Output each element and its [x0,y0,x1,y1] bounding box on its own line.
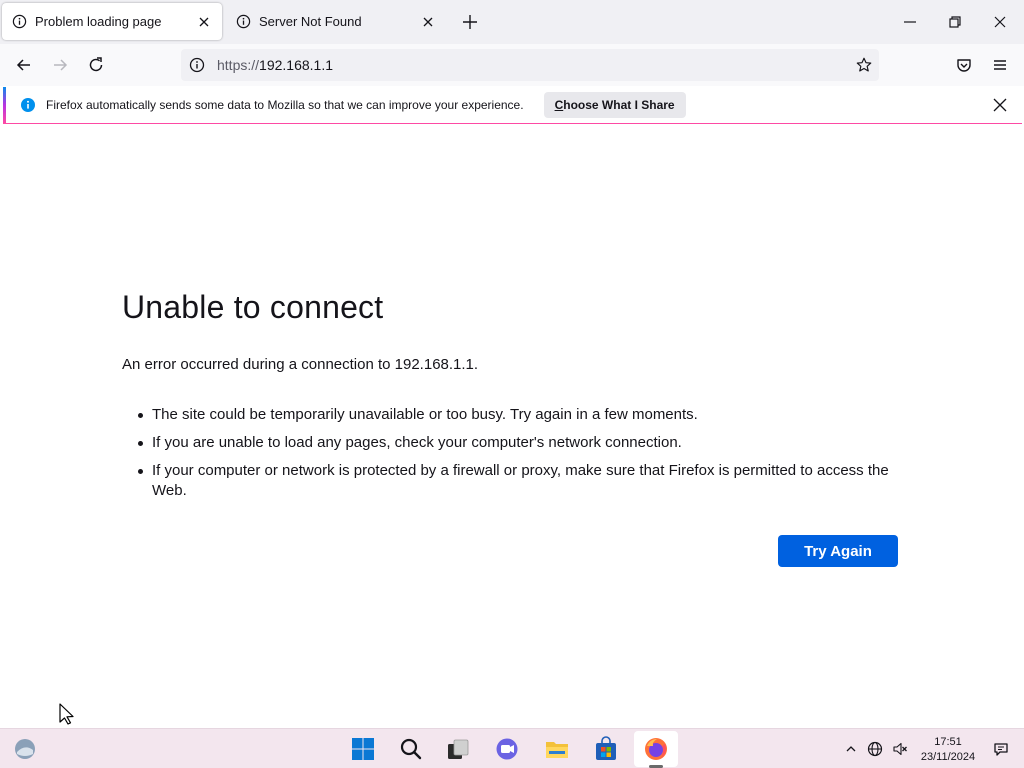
close-tab-button[interactable] [420,14,436,30]
tab-server-not-found[interactable]: Server Not Found [226,3,446,40]
info-icon [12,14,27,29]
try-again-button[interactable]: Try Again [778,535,898,567]
widgets-icon[interactable] [12,736,38,762]
list-item: If your computer or network is protected… [136,461,906,501]
taskbar: 17:51 23/11/2024 [0,728,1024,768]
tab-strip: Problem loading page Server Not Found [0,0,1024,44]
file-explorer-icon[interactable] [544,736,570,762]
url-text[interactable]: https://192.168.1.1 [217,57,333,73]
store-icon[interactable] [593,736,619,762]
system-clock[interactable]: 17:51 23/11/2024 [918,735,978,765]
url-host: 192.168.1.1 [259,57,333,73]
tab-title: Server Not Found [259,14,362,29]
mouse-cursor-icon [59,703,74,725]
info-icon [21,98,35,112]
search-icon[interactable] [398,736,424,762]
choose-what-i-share-button[interactable]: Choose What I Share [543,92,686,118]
star-icon[interactable] [855,56,873,74]
clock-date: 23/11/2024 [920,751,976,763]
info-icon[interactable] [189,57,205,73]
close-tab-button[interactable] [196,14,212,30]
list-item: If you are unable to load any pages, che… [136,433,906,453]
reload-icon[interactable] [86,55,106,75]
info-icon [236,14,251,29]
plus-icon[interactable] [460,12,480,32]
globe-icon[interactable] [867,741,883,757]
back-arrow-icon[interactable] [14,55,34,75]
menu-icon[interactable] [990,55,1010,75]
close-icon [199,17,209,26]
navigation-toolbar: https://192.168.1.1 [0,44,1024,86]
page-title: Unable to connect [122,289,384,325]
speaker-muted-icon[interactable] [892,741,908,757]
notification-icon[interactable] [993,741,1009,757]
notification-message: Firefox automatically sends some data to… [46,98,524,112]
list-item: The site could be temporarily unavailabl… [136,405,906,425]
tab-problem-loading[interactable]: Problem loading page [2,3,222,40]
chat-icon[interactable] [494,736,520,762]
clock-time: 17:51 [934,736,962,748]
data-collection-notification: Firefox automatically sends some data to… [3,87,1022,124]
address-bar[interactable]: https://192.168.1.1 [181,49,879,81]
error-description: An error occurred during a connection to… [122,356,479,373]
url-scheme: https:// [217,57,260,73]
minimize-icon[interactable] [900,12,920,32]
forward-arrow-icon[interactable] [50,55,70,75]
task-view-icon[interactable] [445,736,471,762]
button-access-key: C [554,98,564,112]
close-icon[interactable] [990,12,1010,32]
error-page: Unable to connect An error occurred duri… [0,125,1024,728]
firefox-icon[interactable] [643,736,669,762]
pocket-icon[interactable] [954,55,974,75]
restore-icon[interactable] [945,12,965,32]
windows-start-icon[interactable] [350,736,376,762]
button-label: hoose What I Share [563,98,675,112]
close-icon[interactable] [991,96,1009,114]
tab-title: Problem loading page [35,14,162,29]
chevron-up-icon[interactable] [843,741,859,757]
close-icon [423,17,433,26]
error-suggestions: The site could be temporarily unavailabl… [136,405,906,509]
